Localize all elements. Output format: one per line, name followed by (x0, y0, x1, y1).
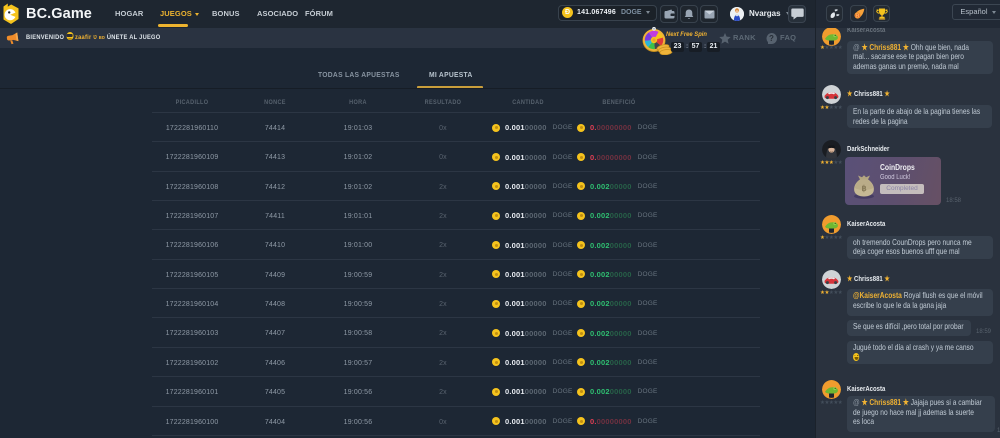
svg-text:?: ? (769, 34, 774, 43)
svg-text:฿: ฿ (861, 184, 866, 193)
svg-text:B: B (855, 13, 859, 19)
